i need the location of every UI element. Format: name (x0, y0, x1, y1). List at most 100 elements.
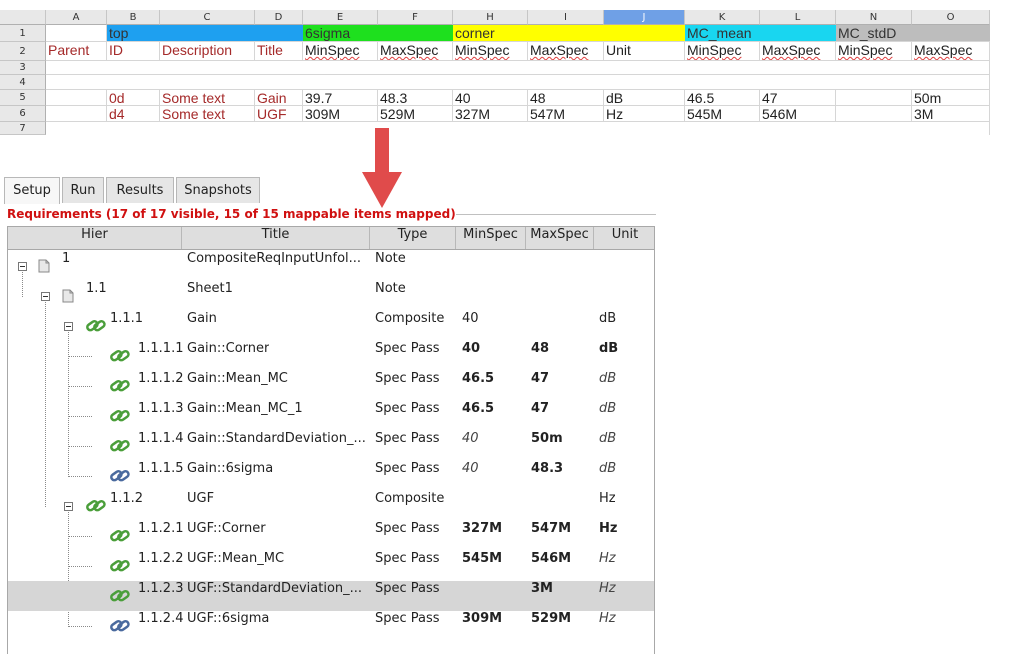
tab-results[interactable]: Results (106, 177, 174, 203)
row-4-cells[interactable] (46, 75, 990, 90)
row-7-cells[interactable] (46, 122, 990, 135)
cell-c5[interactable]: Some text (160, 90, 255, 106)
cell-o6[interactable]: 3M (912, 106, 990, 122)
col-header-d[interactable]: D (255, 10, 303, 25)
cell-o5[interactable]: 50m (912, 90, 990, 106)
cell-a1[interactable] (46, 25, 107, 42)
header-unit[interactable]: Unit (594, 227, 654, 249)
table-row[interactable]: 1.1.2 UGF Composite Hz (8, 491, 654, 521)
row-3-cells[interactable] (46, 61, 990, 75)
cell-e6[interactable]: 309M (303, 106, 378, 122)
cell-h5[interactable]: 40 (453, 90, 528, 106)
cell-n5[interactable] (836, 90, 912, 106)
cell-k2[interactable]: MinSpec (685, 42, 760, 61)
cell-k6[interactable]: 545M (685, 106, 760, 122)
table-row-selected[interactable]: 1.1.2.3 UGF::StandardDeviation_... Spec … (8, 581, 654, 611)
col-header-n[interactable]: N (836, 10, 912, 25)
band-corner[interactable]: corner (453, 25, 685, 42)
row-header-2[interactable]: 2 (0, 42, 46, 61)
cell-e5[interactable]: 39.7 (303, 90, 378, 106)
table-row[interactable]: 1.1.1.3 Gain::Mean_MC_1 Spec Pass 46.5 4… (8, 401, 654, 431)
table-header: Hier Title Type MinSpec MaxSpec Unit (8, 227, 654, 250)
cell-i2[interactable]: MaxSpec (528, 42, 604, 61)
header-type[interactable]: Type (370, 227, 456, 249)
band-6sigma[interactable]: 6sigma (303, 25, 453, 42)
cell-f5[interactable]: 48.3 (378, 90, 453, 106)
cell-l5[interactable]: 47 (760, 90, 836, 106)
col-header-o[interactable]: O (912, 10, 990, 25)
table-row[interactable]: 1.1.1.4 Gain::StandardDeviation_... Spec… (8, 431, 654, 461)
band-top[interactable]: top (107, 25, 303, 42)
table-row[interactable]: 1.1.1 Gain Composite 40 dB (8, 311, 654, 341)
col-header-f[interactable]: F (378, 10, 453, 25)
collapse-toggle-icon[interactable] (18, 262, 27, 271)
collapse-toggle-icon[interactable] (64, 502, 73, 511)
col-header-l[interactable]: L (760, 10, 836, 25)
minspec-cell: 309M (462, 611, 503, 626)
cell-j5[interactable]: dB (604, 90, 685, 106)
cell-j6[interactable]: Hz (604, 106, 685, 122)
band-mc-stdd[interactable]: MC_stdD (836, 25, 990, 42)
col-header-b[interactable]: B (107, 10, 160, 25)
sheet-corner[interactable] (0, 10, 46, 25)
cell-e2[interactable]: MinSpec (303, 42, 378, 61)
col-header-e[interactable]: E (303, 10, 378, 25)
table-row[interactable]: 1.1.1.2 Gain::Mean_MC Spec Pass 46.5 47 … (8, 371, 654, 401)
cell-l2[interactable]: MaxSpec (760, 42, 836, 61)
header-hier[interactable]: Hier (8, 227, 182, 249)
cell-f2[interactable]: MaxSpec (378, 42, 453, 61)
band-mc-mean[interactable]: MC_mean (685, 25, 836, 42)
cell-o2[interactable]: MaxSpec (912, 42, 990, 61)
col-header-i[interactable]: I (528, 10, 604, 25)
cell-j2[interactable]: Unit (604, 42, 685, 61)
row-header-4[interactable]: 4 (0, 75, 46, 90)
row-header-1[interactable]: 1 (0, 25, 46, 42)
cell-h6[interactable]: 327M (453, 106, 528, 122)
tab-setup[interactable]: Setup (4, 177, 60, 204)
col-header-k[interactable]: K (685, 10, 760, 25)
cell-a2[interactable]: Parent (46, 42, 107, 61)
cell-a6[interactable] (46, 106, 107, 122)
table-row[interactable]: 1.1.2.4 UGF::6sigma Spec Pass 309M 529M … (8, 611, 654, 641)
col-header-a[interactable]: A (46, 10, 107, 25)
cell-i5[interactable]: 48 (528, 90, 604, 106)
cell-d5[interactable]: Gain (255, 90, 303, 106)
header-minspec[interactable]: MinSpec (456, 227, 526, 249)
header-maxspec[interactable]: MaxSpec (526, 227, 594, 249)
table-row[interactable]: 1.1.1.1 Gain::Corner Spec Pass 40 48 dB (8, 341, 654, 371)
col-header-c[interactable]: C (160, 10, 255, 25)
table-row[interactable]: 1.1.2.1 UGF::Corner Spec Pass 327M 547M … (8, 521, 654, 551)
col-header-j[interactable]: J (604, 10, 685, 25)
cell-b2[interactable]: ID (107, 42, 160, 61)
table-row[interactable]: 1.1.1.5 Gain::6sigma Spec Pass 40 48.3 d… (8, 461, 654, 491)
maxspec-cell: 3M (531, 581, 553, 596)
cell-d2[interactable]: Title (255, 42, 303, 61)
collapse-toggle-icon[interactable] (41, 292, 50, 301)
cell-c6[interactable]: Some text (160, 106, 255, 122)
row-header-3[interactable]: 3 (0, 61, 46, 75)
cell-f6[interactable]: 529M (378, 106, 453, 122)
header-title[interactable]: Title (182, 227, 370, 249)
row-header-5[interactable]: 5 (0, 90, 46, 106)
cell-h2[interactable]: MinSpec (453, 42, 528, 61)
cell-d6[interactable]: UGF (255, 106, 303, 122)
table-row[interactable]: 1.1.2.2 UGF::Mean_MC Spec Pass 545M 546M… (8, 551, 654, 581)
row-header-7[interactable]: 7 (0, 122, 46, 135)
collapse-toggle-icon[interactable] (64, 322, 73, 331)
col-header-h[interactable]: H (453, 10, 528, 25)
cell-l6[interactable]: 546M (760, 106, 836, 122)
cell-b5[interactable]: 0d (107, 90, 160, 106)
tab-snapshots[interactable]: Snapshots (176, 177, 260, 203)
cell-n6[interactable] (836, 106, 912, 122)
cell-c2[interactable]: Description (160, 42, 255, 61)
cell-a5[interactable] (46, 90, 107, 106)
row-header-6[interactable]: 6 (0, 106, 46, 122)
table-row[interactable]: 1.1 Sheet1 Note (8, 281, 654, 311)
tab-run[interactable]: Run (62, 177, 104, 203)
cell-k5[interactable]: 46.5 (685, 90, 760, 106)
hier-cell: 1.1.2.3 (138, 581, 184, 596)
cell-n2[interactable]: MinSpec (836, 42, 912, 61)
cell-i6[interactable]: 547M (528, 106, 604, 122)
table-row[interactable]: 1 CompositeReqInputUnfol... Note (8, 251, 654, 281)
cell-b6[interactable]: d4 (107, 106, 160, 122)
